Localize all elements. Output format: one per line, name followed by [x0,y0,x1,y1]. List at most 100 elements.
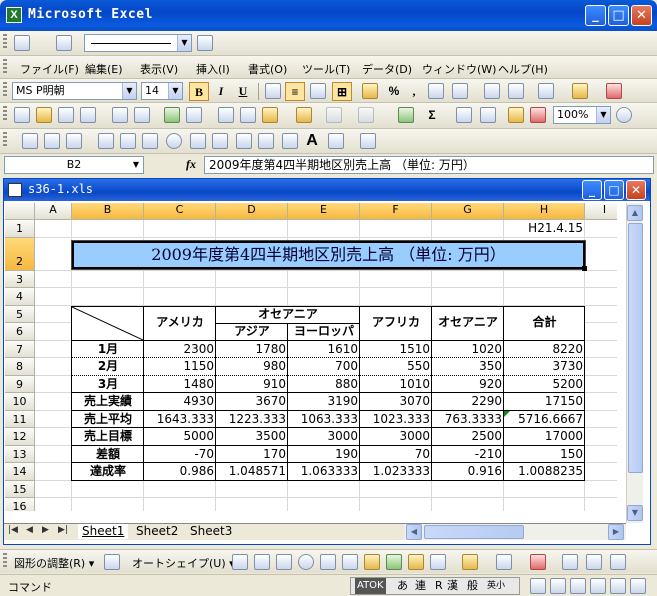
table-cell[interactable]: 5200 [504,376,585,393]
col-header-b[interactable]: B [72,203,144,220]
font-select[interactable]: MS P明朝 ▼ [12,82,137,100]
merge-center-icon[interactable]: ⊞ [332,82,352,101]
font-color-icon[interactable] [606,83,622,99]
app-title-bar[interactable]: X Microsoft Excel _ □ ✕ [0,0,657,31]
oval-icon[interactable] [298,554,314,570]
borders-icon[interactable] [538,83,554,99]
draw-border-icon[interactable] [14,35,30,51]
menu-edit[interactable]: 編集(E) [85,61,123,77]
row-header-1[interactable]: 1 [5,220,35,238]
table-cell[interactable]: 1510 [360,341,432,358]
menu-data[interactable]: データ(D) [362,61,412,77]
last-sheet-icon[interactable]: ▶| [58,525,68,535]
select-all-corner[interactable] [5,203,35,220]
row-header-8[interactable]: 8 [5,358,35,376]
align-left-icon[interactable] [265,83,281,99]
next-sheet-icon[interactable]: ▶ [42,525,49,535]
row-header-7[interactable]: 7 [5,341,35,358]
rectangle-icon[interactable] [276,554,292,570]
zoom-select[interactable]: 100% ▼ [553,106,611,124]
groupbox-icon[interactable] [44,133,60,149]
label-icon[interactable] [22,133,38,149]
table-cell[interactable]: 0.986 [144,463,216,480]
permission-icon[interactable] [80,107,96,123]
vertical-textbox-icon[interactable] [342,554,358,570]
table-cell[interactable]: 1610 [288,341,360,358]
ime-tool-icon[interactable] [630,578,646,594]
line-icon[interactable] [232,554,248,570]
research-icon[interactable] [186,107,202,123]
picture-icon[interactable] [430,554,446,570]
spinner-icon[interactable] [258,133,274,149]
clipart-icon[interactable] [408,554,424,570]
header-oceania-group[interactable]: オセアニア [216,306,360,323]
table-cell[interactable]: 8220 [504,341,585,358]
checkbox-icon[interactable] [98,133,114,149]
radio-icon[interactable] [120,133,136,149]
scroll-up-icon[interactable]: ▲ [627,205,643,221]
hyperlink-icon[interactable] [398,107,414,123]
line-style-select[interactable]: ▼ [84,34,192,52]
decrease-indent-icon[interactable] [484,83,500,99]
toolbar-grip[interactable] [3,132,7,148]
table-cell[interactable]: 5000 [144,428,216,445]
hscroll-thumb[interactable] [424,525,524,539]
fill-handle[interactable] [582,266,587,271]
bold-button[interactable]: B [189,82,209,101]
name-box[interactable]: B2 ▼ [4,156,144,174]
table-cell[interactable]: 1643.333 [144,411,216,428]
fill-color-icon[interactable] [572,83,588,99]
header-total[interactable]: 合計 [504,314,585,331]
table-cell[interactable]: 1223.333 [216,411,288,428]
table-cell[interactable]: 1780 [216,341,288,358]
header-asia[interactable]: アジア [216,323,288,340]
button-icon[interactable] [66,133,82,149]
close-button[interactable]: ✕ [631,5,652,26]
percent-button[interactable]: % [384,82,404,101]
line-color-icon[interactable] [197,35,213,51]
ime-mode[interactable]: 漢 [447,578,458,594]
table-cell[interactable]: 70 [360,446,432,463]
table-cell[interactable]: 1.048571 [216,463,288,480]
maximize-button[interactable]: □ [608,5,629,26]
tab-sheet1[interactable]: Sheet1 [78,524,129,539]
table-cell[interactable]: 700 [288,358,360,375]
ime-bar[interactable]: ATOK あ 連 R 漢 般 英小 [350,577,520,595]
table-cell[interactable]: 350 [432,358,504,375]
error-indicator-icon[interactable] [504,411,510,417]
col-header-h[interactable]: H [504,203,585,220]
toolbar-grip[interactable] [3,59,7,75]
arrow-icon[interactable] [254,554,270,570]
help-icon[interactable] [616,107,632,123]
combo-icon[interactable] [190,133,206,149]
listbox-icon[interactable] [142,133,158,149]
ime-tool-icon[interactable] [550,578,566,594]
tab-sheet3[interactable]: Sheet3 [186,524,236,539]
align-right-icon[interactable] [310,83,326,99]
row-header-13[interactable]: 13 [5,446,35,463]
col-header-f[interactable]: F [360,203,432,220]
format-painter-icon[interactable] [296,107,312,123]
table-cell[interactable]: 1.023333 [360,463,432,480]
table-cell[interactable]: 2300 [144,341,216,358]
table-cell[interactable]: -210 [432,446,504,463]
spelling-icon[interactable] [164,107,180,123]
row-label[interactable]: 2月 [72,358,144,375]
header-europe[interactable]: ヨーロッパ [288,323,360,340]
row-label[interactable]: 達成率 [72,463,144,480]
table-cell[interactable]: 3070 [360,393,432,410]
decrease-decimal-icon[interactable] [452,83,468,99]
menu-insert[interactable]: 挿入(I) [196,61,230,77]
table-cell[interactable]: 2290 [432,393,504,410]
text-a-icon[interactable]: A [302,132,322,151]
list-icon[interactable] [212,133,228,149]
row-header-14[interactable]: 14 [5,463,35,481]
row-header-16[interactable]: 16 [5,498,35,511]
scroll-down-icon[interactable]: ▼ [627,505,643,521]
diagram-icon[interactable] [386,554,402,570]
col-header-g[interactable]: G [432,203,504,220]
row-header-5[interactable]: 5 [5,306,35,323]
table-cell[interactable]: 17150 [504,393,585,410]
menu-help[interactable]: ヘルプ(H) [498,61,548,77]
italic-button[interactable]: I [211,82,231,101]
